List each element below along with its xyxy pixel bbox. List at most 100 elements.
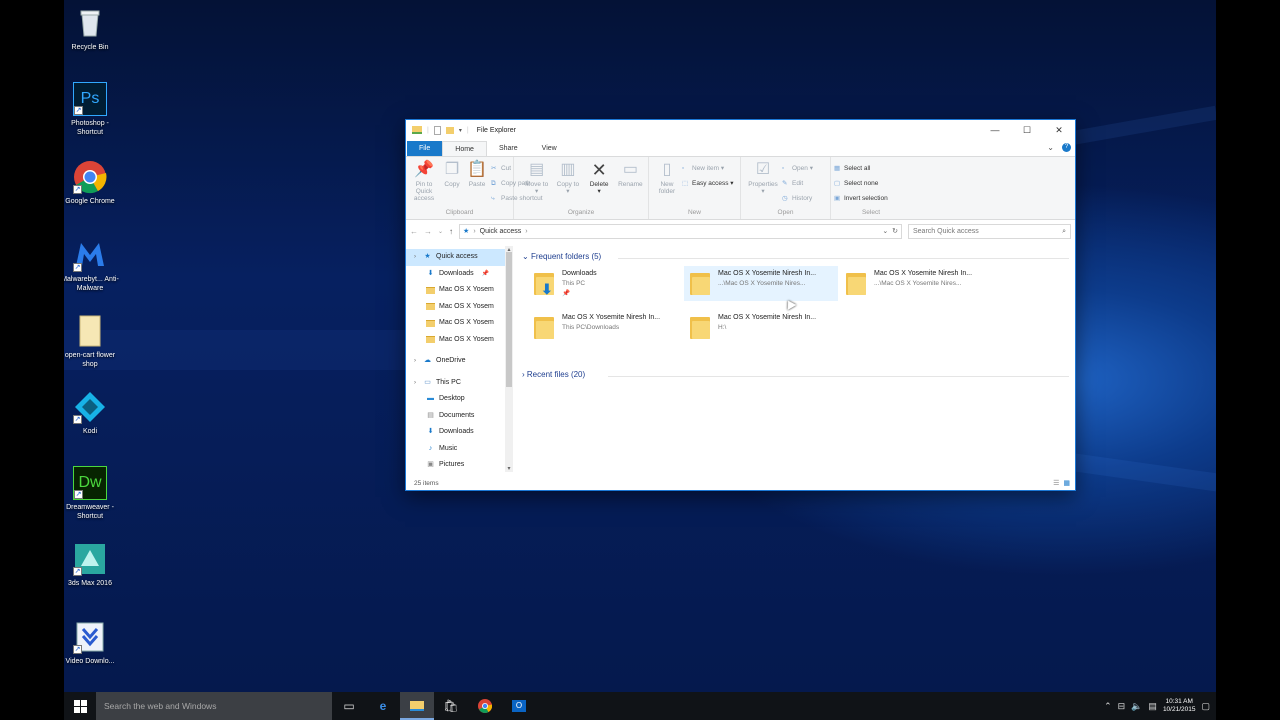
copy-to-button[interactable]: ▥ Copy to ▾ bbox=[553, 159, 582, 195]
network-icon[interactable]: ⊟ bbox=[1118, 701, 1126, 712]
copy-button[interactable]: ❐ Copy bbox=[441, 159, 463, 206]
scroll-down-icon[interactable]: ▾ bbox=[505, 465, 513, 472]
select-none-button[interactable]: ▢ Select none bbox=[834, 176, 908, 191]
nav-item[interactable]: › ★ Quick access bbox=[406, 249, 513, 266]
history-button[interactable]: ◷ History bbox=[782, 191, 813, 206]
desktop-icon-chrome[interactable]: ↗ Google Chrome bbox=[64, 160, 120, 206]
chrome-icon: ↗ bbox=[73, 160, 107, 194]
collapse-chevron-icon: ⌄ bbox=[522, 252, 529, 261]
delete-button[interactable]: ✕ Delete ▾ bbox=[585, 159, 614, 195]
clock[interactable]: 10:31 AM 10/21/2015 bbox=[1163, 698, 1196, 714]
nav-item[interactable]: ▣ Pictures bbox=[406, 457, 513, 472]
search-input[interactable]: Search Quick access ⌕ bbox=[908, 223, 1071, 239]
folder-icon bbox=[426, 303, 435, 311]
breadcrumb-quick-access[interactable]: Quick access bbox=[480, 228, 522, 235]
nav-item[interactable]: Mac OS X Yosem bbox=[406, 299, 513, 316]
pin-to-quick-access-button[interactable]: 📌 Pin to Quick access bbox=[409, 159, 439, 206]
frequent-folder-tile[interactable]: Mac OS X Yosemite Niresh In... This PC\Do… bbox=[528, 310, 682, 345]
new-folder-button[interactable]: ▯ New folder bbox=[652, 159, 682, 195]
customize-toolbar-icon[interactable]: ▾ bbox=[459, 127, 462, 134]
frequent-folder-tile[interactable]: Mac OS X Yosemite Niresh In... ...\Mac OS… bbox=[684, 266, 838, 301]
nav-item[interactable]: Mac OS X Yosem bbox=[406, 282, 513, 299]
expand-arrow-icon[interactable]: › bbox=[414, 353, 419, 370]
nav-item[interactable]: ▤ Documents bbox=[406, 408, 513, 425]
open-button[interactable]: ▫ Open ▾ bbox=[782, 161, 813, 176]
desktop-icon-recycle-bin[interactable]: Recycle Bin bbox=[64, 6, 120, 52]
tab-file[interactable]: File bbox=[407, 141, 443, 156]
store-icon[interactable]: 🛍 bbox=[434, 692, 468, 720]
cortana-search-box[interactable]: Search the web and Windows bbox=[96, 692, 332, 720]
input-indicator-icon[interactable]: ▤ bbox=[1148, 701, 1157, 712]
expand-ribbon-icon[interactable]: ⌄ bbox=[1047, 143, 1054, 152]
desktop-icon-open-cart[interactable]: open-cart flower shop bbox=[64, 314, 120, 369]
properties-quick-icon[interactable] bbox=[433, 125, 441, 135]
edge-icon[interactable]: e bbox=[366, 692, 400, 720]
up-button[interactable]: ↑ bbox=[449, 227, 453, 236]
volume-icon[interactable]: 🔈 bbox=[1131, 701, 1142, 712]
title-bar[interactable]: | ▾ | File Explorer — ☐ ✕ bbox=[406, 120, 1075, 140]
address-dropdown-icon[interactable]: ⌄ bbox=[882, 228, 888, 235]
new-folder-quick-icon[interactable] bbox=[445, 126, 454, 134]
expand-arrow-icon[interactable]: › bbox=[414, 249, 419, 266]
show-hidden-icons-icon[interactable]: ⌃ bbox=[1104, 701, 1112, 712]
nav-item[interactable]: › ☁ OneDrive bbox=[406, 353, 513, 370]
tab-home[interactable]: Home bbox=[442, 141, 487, 156]
task-view-icon[interactable]: ▭ bbox=[332, 692, 366, 720]
nav-item[interactable]: ⬇ Downloads bbox=[406, 424, 513, 441]
outlook-icon[interactable]: O bbox=[502, 692, 536, 720]
nav-item[interactable]: ▬ Desktop bbox=[406, 391, 513, 408]
scroll-thumb[interactable] bbox=[506, 252, 512, 387]
frequent-folder-tile[interactable]: ⬇ Downloads This PC 📌 bbox=[528, 266, 682, 301]
maximize-button[interactable]: ☐ bbox=[1011, 120, 1043, 140]
file-explorer-icon[interactable] bbox=[400, 692, 434, 720]
invert-selection-button[interactable]: ▣ Invert selection bbox=[834, 191, 908, 206]
help-icon[interactable]: ? bbox=[1062, 143, 1071, 152]
nav-scrollbar[interactable]: ▴ ▾ bbox=[505, 246, 513, 472]
desktop-icon-video-downloader[interactable]: ↗ Video Downlo... bbox=[64, 620, 120, 666]
tab-share[interactable]: Share bbox=[487, 141, 530, 156]
recent-files-header[interactable]: › Recent files (20) bbox=[522, 370, 585, 379]
edit-button[interactable]: ✎ Edit bbox=[782, 176, 813, 191]
tab-view[interactable]: View bbox=[530, 141, 569, 156]
breadcrumb-chevron-icon[interactable]: › bbox=[525, 228, 527, 235]
new-item-button[interactable]: ▫ New item ▾ bbox=[682, 161, 734, 176]
frequent-folder-tile[interactable]: Mac OS X Yosemite Niresh In... H:\ bbox=[684, 310, 838, 345]
nav-item[interactable]: ♪ Music bbox=[406, 441, 513, 458]
properties-button[interactable]: ☑ Properties ▾ bbox=[744, 159, 782, 206]
address-bar[interactable]: ★ › Quick access › ⌄ ↻ bbox=[459, 223, 902, 239]
forward-button[interactable]: → bbox=[424, 227, 432, 236]
rename-button[interactable]: ▭ Rename bbox=[616, 159, 645, 195]
minimize-button[interactable]: — bbox=[979, 120, 1011, 140]
desktop-icon-3dsmax[interactable]: ↗ 3ds Max 2016 bbox=[64, 542, 120, 588]
navigation-pane[interactable]: › ★ Quick access ⬇ Downloads 📌 Mac OS X Yosem M… bbox=[406, 246, 513, 472]
action-center-icon[interactable]: ▢ bbox=[1201, 701, 1210, 712]
desktop-icon-kodi[interactable]: ↗ Kodi bbox=[64, 390, 120, 436]
nav-item[interactable]: Mac OS X Yosem bbox=[406, 315, 513, 332]
desktop-icon-malwarebytes[interactable]: ↗ Malwarebyt... Anti-Malware bbox=[64, 238, 120, 293]
folder-icon bbox=[426, 286, 435, 294]
select-all-button[interactable]: ▦ Select all bbox=[834, 161, 908, 176]
desktop-icon-label: Photoshop - Shortcut bbox=[71, 120, 109, 136]
desktop-icon-photoshop[interactable]: Ps ↗ Photoshop - Shortcut bbox=[64, 82, 120, 137]
nav-item[interactable]: Mac OS X Yosem bbox=[406, 332, 513, 349]
start-button[interactable] bbox=[64, 692, 96, 720]
close-button[interactable]: ✕ bbox=[1043, 120, 1075, 140]
chrome-icon[interactable] bbox=[468, 692, 502, 720]
nav-item[interactable]: ⬇ Downloads 📌 bbox=[406, 266, 513, 283]
button-label: Pin to Quick access bbox=[413, 181, 435, 202]
frequent-folders-header[interactable]: ⌄ Frequent folders (5) bbox=[522, 252, 601, 261]
content-pane[interactable]: ⌄ Frequent folders (5) ⬇ Downloads This PC… bbox=[518, 246, 1075, 472]
file-explorer-window[interactable]: | ▾ | File Explorer — ☐ ✕ File Home Shar… bbox=[405, 119, 1076, 491]
refresh-icon[interactable]: ↻ bbox=[892, 228, 898, 235]
desktop-icon-dreamweaver[interactable]: Dw ↗ Dreamweaver - Shortcut bbox=[64, 466, 120, 521]
details-view-icon[interactable]: ☰ bbox=[1053, 479, 1059, 487]
nav-item[interactable]: › ▭ This PC bbox=[406, 375, 513, 392]
paste-button[interactable]: 📋 Paste bbox=[465, 159, 489, 206]
move-to-button[interactable]: ▤ Move to ▾ bbox=[522, 159, 551, 195]
recent-locations-button[interactable]: ⌄ bbox=[438, 228, 443, 235]
large-icons-view-icon[interactable]: ▦ bbox=[1063, 479, 1070, 487]
easy-access-button[interactable]: ⬚ Easy access ▾ bbox=[682, 176, 734, 191]
frequent-folder-tile[interactable]: Mac OS X Yosemite Niresh In... ...\Mac OS… bbox=[840, 266, 994, 301]
back-button[interactable]: ← bbox=[410, 227, 418, 236]
expand-arrow-icon[interactable]: › bbox=[414, 375, 419, 392]
